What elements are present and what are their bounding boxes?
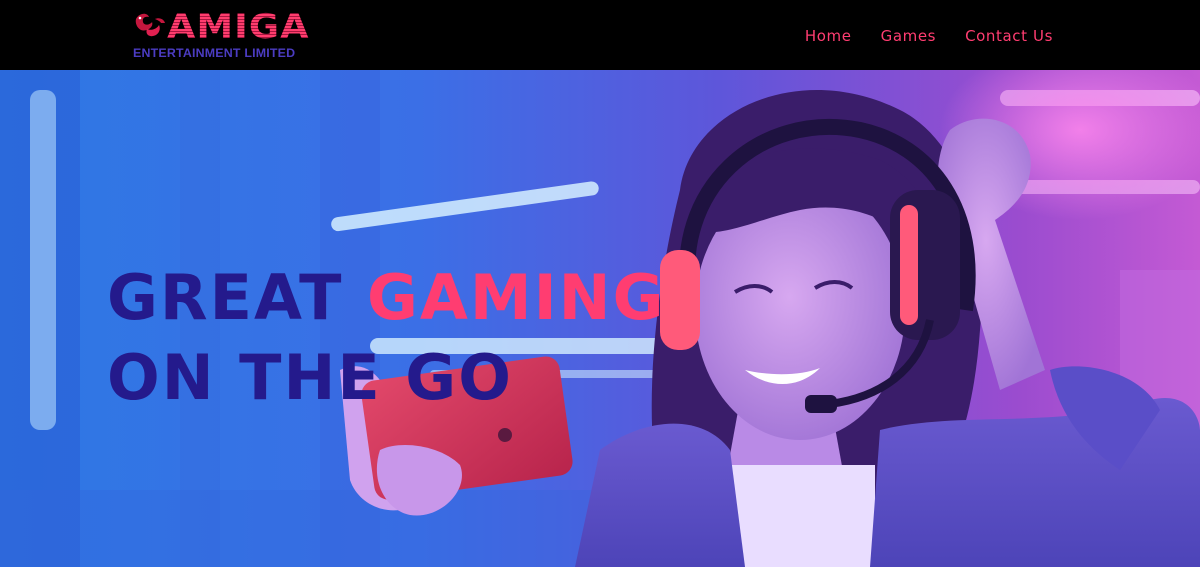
dragon-logo-icon bbox=[135, 13, 165, 37]
nav-link-contact-us[interactable]: Contact Us bbox=[965, 27, 1053, 45]
logo-subtitle: ENTERTAINMENT LIMITED bbox=[133, 46, 296, 60]
top-navbar: AMIGA ENTERTAINMENT LIMITED Home Games C… bbox=[0, 0, 1200, 70]
headline-line-two: ON THE GO bbox=[107, 341, 513, 414]
headline-word-gaming: GAMING bbox=[367, 261, 666, 334]
nav-link-home[interactable]: Home bbox=[805, 27, 852, 45]
logo-wordmark: AMIGA bbox=[167, 7, 310, 47]
hero-headline: GREAT GAMING ON THE GO bbox=[107, 258, 665, 418]
headline-word-great: GREAT bbox=[107, 261, 344, 334]
hero-banner: GREAT GAMING ON THE GO bbox=[0, 70, 1200, 567]
main-menu: Home Games Contact Us bbox=[805, 27, 1053, 45]
brand-logo[interactable]: AMIGA ENTERTAINMENT LIMITED bbox=[133, 7, 315, 61]
nav-link-games[interactable]: Games bbox=[881, 27, 936, 45]
